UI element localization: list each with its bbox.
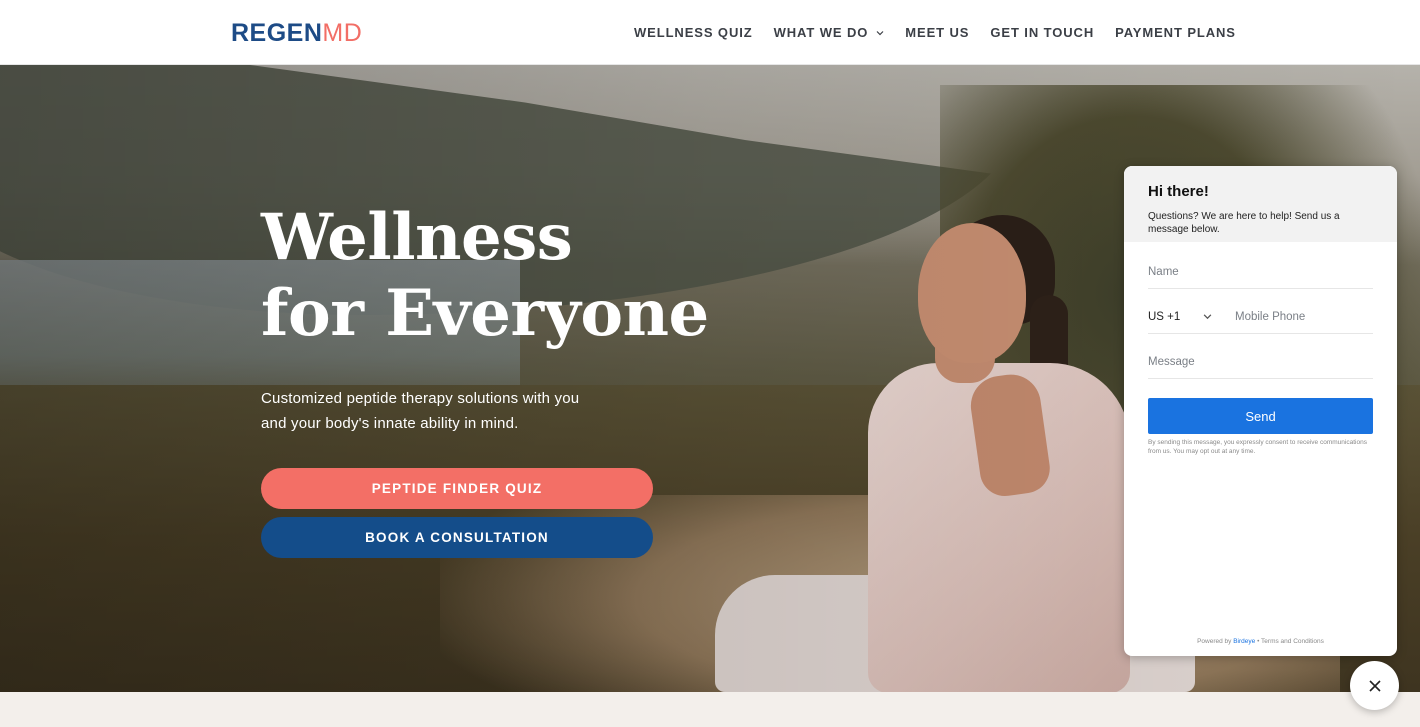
site-header: REGENMD WELLNESS QUIZ WHAT WE DO MEET US… xyxy=(0,0,1420,65)
nav-get-in-touch[interactable]: GET IN TOUCH xyxy=(990,25,1094,40)
peptide-finder-quiz-button[interactable]: PEPTIDE FINDER QUIZ xyxy=(261,468,653,509)
chevron-down-icon xyxy=(1203,314,1212,320)
logo-regen: REGEN xyxy=(231,19,323,47)
chat-widget: Hi there! Questions? We are here to help… xyxy=(1124,166,1397,656)
hero-subtitle: Customized peptide therapy solutions wit… xyxy=(261,390,580,432)
terms-link[interactable]: • Terms and Conditions xyxy=(1257,638,1324,645)
birdeye-link[interactable]: Birdeye xyxy=(1233,638,1255,645)
chat-description: Questions? We are here to help! Send us … xyxy=(1148,211,1340,235)
logo-md: MD xyxy=(322,19,363,47)
nav-label: PAYMENT PLANS xyxy=(1115,25,1236,40)
powered-by: Powered by Birdeye • Terms and Condition… xyxy=(1124,638,1397,645)
consent-text: By sending this message, you expressly c… xyxy=(1148,439,1367,455)
name-input[interactable]: Name xyxy=(1148,265,1373,289)
powered-prefix: Powered by xyxy=(1197,638,1232,645)
regenmd-logo[interactable]: REGENMD xyxy=(231,19,362,47)
mobile-phone-input[interactable]: Mobile Phone xyxy=(1235,310,1305,324)
phone-field: US +1 Mobile Phone xyxy=(1148,310,1373,334)
nav-label: WELLNESS QUIZ xyxy=(634,25,753,40)
nav-wellness-quiz[interactable]: WELLNESS QUIZ xyxy=(634,25,753,40)
nav-payment-plans[interactable]: PAYMENT PLANS xyxy=(1115,25,1236,40)
nav-label: GET IN TOUCH xyxy=(990,25,1095,40)
message-input[interactable]: Message xyxy=(1148,355,1373,379)
chat-header: Hi there! Questions? We are here to help… xyxy=(1124,166,1397,242)
message-placeholder: Message xyxy=(1148,356,1195,368)
hero-title: Wellness for Everyone xyxy=(261,200,709,352)
chat-title: Hi there! xyxy=(1148,183,1209,200)
book-consultation-button[interactable]: BOOK A CONSULTATION xyxy=(261,517,653,558)
name-placeholder: Name xyxy=(1148,266,1179,278)
send-button[interactable]: Send xyxy=(1148,398,1373,434)
hero-title-line2: for Everyone xyxy=(261,276,709,351)
chevron-down-icon xyxy=(876,30,884,35)
nav-meet-us[interactable]: MEET US xyxy=(905,25,969,40)
nav-label: WHAT WE DO xyxy=(773,25,869,40)
country-code-select[interactable]: US +1 xyxy=(1148,310,1220,324)
main-nav: WELLNESS QUIZ WHAT WE DO MEET US GET IN … xyxy=(634,0,1257,65)
nav-what-we-do[interactable]: WHAT WE DO xyxy=(774,25,885,40)
chat-close-button[interactable] xyxy=(1350,661,1399,710)
close-icon xyxy=(1368,679,1381,692)
country-code-value: US +1 xyxy=(1148,311,1181,323)
hero-title-line1: Wellness xyxy=(261,200,573,275)
nav-label: MEET US xyxy=(905,25,970,40)
